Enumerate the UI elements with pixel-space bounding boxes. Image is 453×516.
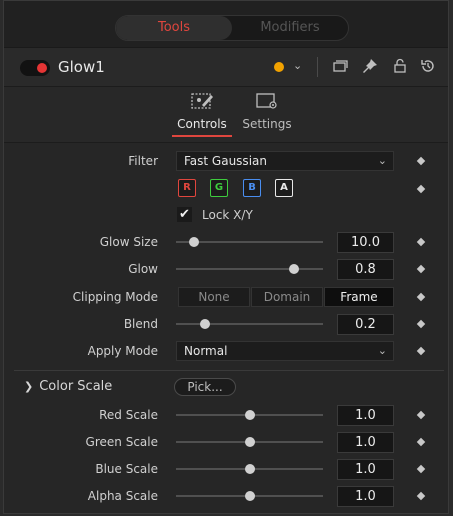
glow-row: Glow 0.8 <box>4 259 448 281</box>
chevron-down-icon: ⌄ <box>377 154 387 167</box>
filter-value: Fast Gaussian <box>184 154 267 168</box>
keyframe-diamond-icon[interactable] <box>416 410 426 420</box>
lock-xy-row: ✔ Lock X/Y <box>4 205 448 227</box>
node-header: Glow1 ⌄ <box>4 48 448 87</box>
channel-b-button[interactable]: B <box>243 179 261 197</box>
chevron-down-icon[interactable]: ⌄ <box>293 59 302 72</box>
glow-size-label: Glow Size <box>99 235 158 249</box>
keyframe-diamond-icon[interactable] <box>416 156 426 166</box>
filter-label: Filter <box>128 154 158 168</box>
glow-input[interactable]: 0.8 <box>337 259 394 280</box>
red-scale-label: Red Scale <box>99 408 158 422</box>
apply-mode-value: Normal <box>184 344 228 358</box>
blue-scale-label: Blue Scale <box>95 462 158 476</box>
keyframe-diamond-icon[interactable] <box>416 184 426 194</box>
settings-icon <box>256 93 277 109</box>
color-scale-title: Color Scale <box>39 379 113 394</box>
keyframe-diamond-icon[interactable] <box>416 464 426 474</box>
glow-size-slider[interactable] <box>176 237 323 247</box>
pick-button[interactable]: Pick... <box>174 378 236 396</box>
lock-icon[interactable] <box>392 58 410 76</box>
keyframe-diamond-icon[interactable] <box>416 264 426 274</box>
filter-dropdown[interactable]: Fast Gaussian ⌄ <box>176 151 394 171</box>
inspector-topbar: Tools Modifiers <box>4 1 448 48</box>
tools-modifiers-switch: Tools Modifiers <box>115 15 349 41</box>
tab-settings[interactable]: Settings <box>236 91 298 131</box>
clipping-mode-row: Clipping Mode None Domain Frame <box>4 287 448 309</box>
keyframe-diamond-icon[interactable] <box>416 437 426 447</box>
slider-handle[interactable] <box>244 410 255 420</box>
alpha-scale-slider[interactable] <box>176 491 323 501</box>
green-scale-slider[interactable] <box>176 437 323 447</box>
slider-handle[interactable] <box>244 491 255 501</box>
alpha-scale-input[interactable]: 1.0 <box>337 486 394 507</box>
node-color-swatch[interactable] <box>274 62 284 72</box>
tab-settings-label: Settings <box>242 117 292 131</box>
keyframe-diamond-icon[interactable] <box>416 237 426 247</box>
blue-scale-slider[interactable] <box>176 464 323 474</box>
blue-scale-input[interactable]: 1.0 <box>337 459 394 480</box>
keyframe-diamond-icon[interactable] <box>416 346 426 356</box>
tab-tools[interactable]: Tools <box>116 16 232 40</box>
blue-scale-row: Blue Scale 1.0 <box>4 459 448 481</box>
clipping-frame-button[interactable]: Frame <box>324 287 394 307</box>
section-divider <box>14 370 444 371</box>
red-scale-row: Red Scale 1.0 <box>4 405 448 427</box>
apply-mode-row: Apply Mode Normal ⌄ <box>4 341 448 363</box>
clipping-domain-button[interactable]: Domain <box>251 287 323 307</box>
inspector-panel: Tools Modifiers Glow1 ⌄ Controls Setting… <box>3 0 449 514</box>
keyframe-diamond-icon[interactable] <box>416 491 426 501</box>
chevron-down-icon: ❯ <box>24 380 34 393</box>
blend-row: Blend 0.2 <box>4 314 448 336</box>
chevron-down-icon: ⌄ <box>377 344 387 357</box>
tab-controls[interactable]: Controls <box>168 91 236 137</box>
blend-label: Blend <box>123 317 158 331</box>
node-name[interactable]: Glow1 <box>58 58 105 76</box>
glow-slider[interactable] <box>176 264 323 274</box>
clipping-mode-label: Clipping Mode <box>72 290 158 304</box>
keyframe-diamond-icon[interactable] <box>416 292 426 302</box>
version-icon[interactable] <box>332 58 350 76</box>
page-tabs: Controls Settings <box>4 87 448 143</box>
divider <box>317 57 318 77</box>
tab-controls-label: Controls <box>177 117 227 131</box>
filter-row: Filter Fast Gaussian ⌄ <box>4 151 448 173</box>
apply-mode-label: Apply Mode <box>87 344 158 358</box>
clipping-none-button[interactable]: None <box>178 287 250 307</box>
red-scale-slider[interactable] <box>176 410 323 420</box>
green-scale-row: Green Scale 1.0 <box>4 432 448 454</box>
active-tab-underline <box>172 135 232 137</box>
node-enable-toggle[interactable] <box>20 60 50 76</box>
red-scale-input[interactable]: 1.0 <box>337 405 394 426</box>
pin-icon[interactable] <box>362 58 380 76</box>
enabled-indicator <box>37 63 47 73</box>
green-scale-label: Green Scale <box>85 435 158 449</box>
alpha-scale-label: Alpha Scale <box>87 489 158 503</box>
slider-handle[interactable] <box>188 237 199 247</box>
lock-xy-label: Lock X/Y <box>202 208 253 222</box>
glow-size-input[interactable]: 10.0 <box>337 232 394 253</box>
slider-handle[interactable] <box>244 464 255 474</box>
glow-size-row: Glow Size 10.0 <box>4 232 448 254</box>
slider-handle[interactable] <box>288 264 299 274</box>
keyframe-diamond-icon[interactable] <box>416 319 426 329</box>
glow-label: Glow <box>128 262 158 276</box>
tab-modifiers[interactable]: Modifiers <box>232 16 348 40</box>
lock-xy-checkbox[interactable]: ✔ <box>177 207 192 222</box>
channels-row: R G B A <box>4 179 448 201</box>
blend-slider[interactable] <box>176 319 323 329</box>
controls-icon <box>191 93 213 109</box>
slider-handle[interactable] <box>244 437 255 447</box>
channel-r-button[interactable]: R <box>178 179 196 197</box>
slider-handle[interactable] <box>200 319 211 329</box>
channel-a-button[interactable]: A <box>275 179 293 197</box>
alpha-scale-row: Alpha Scale 1.0 <box>4 486 448 508</box>
green-scale-input[interactable]: 1.0 <box>337 432 394 453</box>
reset-icon[interactable] <box>420 58 438 76</box>
blend-input[interactable]: 0.2 <box>337 314 394 335</box>
apply-mode-dropdown[interactable]: Normal ⌄ <box>176 341 394 361</box>
color-scale-header[interactable]: ❯ Color Scale <box>24 379 112 394</box>
channel-g-button[interactable]: G <box>210 179 228 197</box>
